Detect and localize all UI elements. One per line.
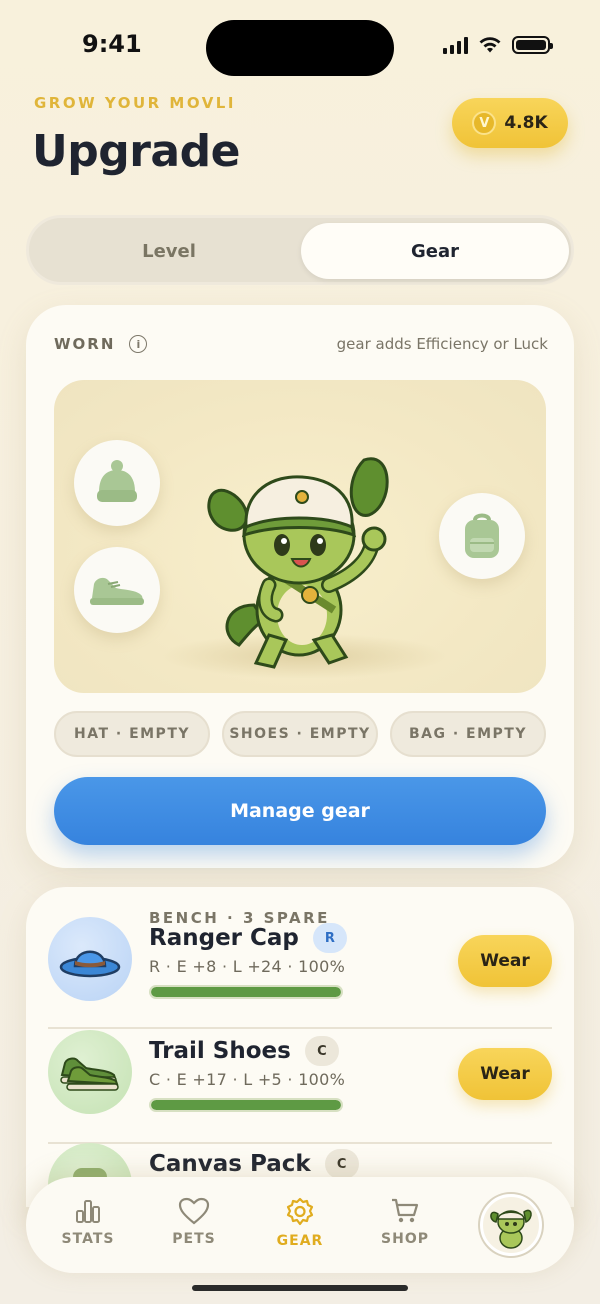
nav-shop-label: SHOP	[381, 1231, 429, 1247]
header-eyebrow: GROW YOUR MOVLI	[34, 94, 236, 112]
rarity-badge: R	[312, 923, 347, 953]
durability-bar	[149, 1098, 343, 1112]
item-stats: R · E +8 · L +24 · 100%	[149, 957, 346, 976]
wear-button[interactable]: Wear	[458, 1048, 552, 1100]
info-icon[interactable]: i	[129, 335, 148, 353]
signal-icon	[443, 36, 468, 54]
trail-shoes-icon	[60, 1057, 119, 1091]
nav-pets[interactable]: PETS	[149, 1197, 239, 1247]
status-time: 9:41	[82, 30, 142, 58]
worn-header: WORN i	[54, 335, 148, 353]
item-name-row: Ranger Cap R	[149, 923, 347, 953]
coin-balance[interactable]: V 4.8K	[452, 98, 568, 148]
ranger-cap-icon	[59, 950, 121, 978]
avatar[interactable]	[480, 1194, 542, 1256]
home-indicator	[192, 1285, 408, 1291]
wear-button[interactable]: Wear	[458, 935, 552, 987]
status-bar: 9:41	[0, 0, 600, 96]
backpack-icon	[465, 513, 499, 558]
bench-card: BENCH · 3 SPARE Ranger Cap R R · E +8 · …	[26, 887, 574, 1207]
cart-icon	[392, 1198, 419, 1223]
durability-bar	[149, 985, 343, 999]
item-name-row: Canvas Pack C	[149, 1149, 359, 1179]
tab-gear[interactable]: Gear	[301, 223, 569, 279]
bottom-tab-bar: STATS PETS GEAR SHOP	[26, 1177, 574, 1273]
bag-slot[interactable]	[439, 493, 525, 579]
nav-stats-label: STATS	[61, 1231, 115, 1247]
bench-item[interactable]: Ranger Cap R R · E +8 · L +24 · 100% Wea…	[26, 917, 574, 1027]
gear-icon	[286, 1197, 314, 1226]
hat-status-chip: HAT · EMPTY	[54, 711, 210, 757]
sneaker-icon	[90, 577, 144, 605]
coin-icon: V	[472, 111, 497, 135]
item-name: Canvas Pack	[149, 1151, 311, 1177]
item-thumbnail	[48, 1030, 132, 1114]
pet-stage	[54, 380, 546, 693]
nav-stats[interactable]: STATS	[43, 1197, 133, 1247]
durability-fill	[151, 1100, 341, 1110]
item-stats: C · E +17 · L +5 · 100%	[149, 1070, 346, 1089]
bar-chart-icon	[76, 1200, 100, 1223]
battery-icon	[512, 36, 553, 54]
rarity-badge: C	[304, 1036, 339, 1066]
worn-hint: gear adds Efficiency or Luck	[336, 335, 548, 353]
worn-label: WORN	[54, 335, 116, 353]
shoes-slot[interactable]	[74, 547, 160, 633]
worn-gear-card: WORN i gear adds Efficiency or Luck HAT …	[26, 305, 574, 868]
nav-gear[interactable]: GEAR	[255, 1197, 345, 1249]
bench-item[interactable]: Trail Shoes C C · E +17 · L +5 · 100% We…	[26, 1030, 574, 1140]
hat-slot[interactable]	[74, 440, 160, 526]
item-name: Trail Shoes	[149, 1038, 291, 1064]
nav-pets-label: PETS	[172, 1231, 216, 1247]
item-name: Ranger Cap	[149, 925, 299, 951]
upgrade-segmented-control: Level Gear	[26, 215, 574, 285]
divider	[48, 1027, 552, 1029]
nav-shop[interactable]: SHOP	[360, 1197, 450, 1247]
item-name-row: Trail Shoes C	[149, 1036, 339, 1066]
manage-gear-button[interactable]: Manage gear	[54, 777, 546, 845]
dynamic-island	[206, 20, 394, 76]
slot-status-chips: HAT · EMPTY SHOES · EMPTY BAG · EMPTY	[54, 711, 546, 757]
wifi-icon	[479, 37, 501, 53]
status-icons	[443, 36, 553, 54]
beanie-icon	[97, 460, 137, 502]
shoes-status-chip: SHOES · EMPTY	[222, 711, 378, 757]
tab-level[interactable]: Level	[35, 223, 303, 279]
nav-gear-label: GEAR	[276, 1233, 324, 1249]
item-thumbnail	[48, 917, 132, 1001]
bag-status-chip: BAG · EMPTY	[390, 711, 546, 757]
durability-fill	[151, 987, 341, 997]
page-title: Upgrade	[32, 126, 240, 177]
coin-value: 4.8K	[504, 113, 548, 133]
heart-icon	[178, 1197, 210, 1225]
pet-avatar-icon	[490, 1209, 532, 1249]
pet-mascot	[207, 457, 389, 669]
rarity-badge: C	[324, 1149, 359, 1179]
